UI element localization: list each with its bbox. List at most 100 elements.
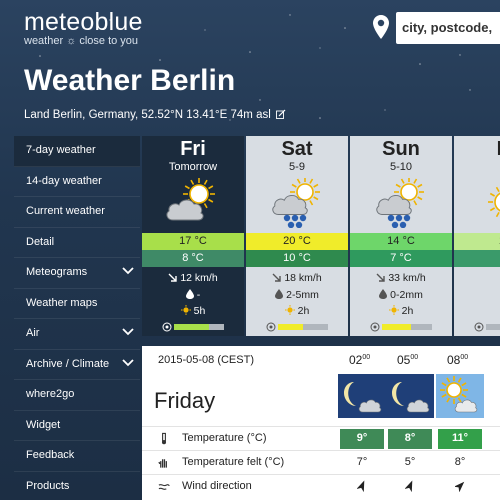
max-temperature: 14 °C	[350, 233, 452, 250]
hourly-cell: 8°	[454, 456, 466, 468]
logo[interactable]: meteoblue weather ☼ close to you	[24, 8, 143, 47]
day-forecast: Fri Tomorrow 17 °C 8 °C 12 km/h - 5h Sat 5-9 20 °…	[142, 136, 500, 336]
day-name: Sat	[281, 138, 313, 160]
sun-cloud-icon	[436, 374, 484, 418]
chevron-down-icon[interactable]	[122, 328, 134, 336]
sidebar-nav: 7-day weather 14-day weather Current weath…	[14, 136, 140, 500]
day-column[interactable]: Fri Tomorrow 17 °C 8 °C 12 km/h - 5h	[142, 136, 244, 336]
precipitation: 2-5mm	[246, 289, 348, 301]
min-temperature: 8 °C	[142, 250, 244, 267]
sidebar-item[interactable]: 14-day weather	[14, 167, 140, 197]
raindrop-icon	[379, 289, 388, 299]
sidebar-item[interactable]: Products	[14, 472, 140, 500]
sun-small-icon	[284, 305, 295, 315]
precipitation: -	[142, 289, 244, 301]
wind-icon	[158, 484, 170, 490]
partly-cloudy-sun-icon	[166, 178, 215, 221]
chevron-down-icon[interactable]	[122, 267, 134, 275]
sidebar-item[interactable]: Current weather	[14, 197, 140, 228]
wind-speed: 18 km/h	[246, 272, 348, 284]
sidebar-item[interactable]: Detail	[14, 228, 140, 258]
precipitation: 0-2mm	[350, 289, 452, 301]
row-label: Wind direction	[182, 480, 252, 492]
row-label: Temperature (°C)	[182, 432, 267, 444]
hourly-cell: 9°	[340, 429, 384, 449]
hourly-cell: 11°	[438, 429, 482, 449]
thermometer-icon	[161, 432, 167, 445]
predictability-bar	[382, 324, 432, 330]
chevron-down-icon[interactable]	[122, 358, 134, 367]
sidebar-item-label: Archive / Climate	[26, 357, 110, 370]
predictability-bar	[486, 324, 500, 330]
sidebar-item[interactable]: Widget	[14, 411, 140, 441]
predictability-target-icon	[474, 322, 484, 332]
hourly-date: 2015-05-08 (CEST)	[158, 354, 254, 366]
wind-arrow-icon	[376, 273, 386, 282]
location-pin-icon[interactable]	[372, 14, 390, 40]
hourly-row: Temperature (°C) 9° 8° 11°	[142, 426, 500, 450]
day-column[interactable]: Sat 5-9 20 °C 10 °C 18 km/h 2-5mm 2h	[246, 136, 348, 336]
day-subtitle: 5-9	[289, 161, 305, 173]
sidebar-item[interactable]: Air	[14, 319, 140, 350]
day-column[interactable]: M 184	[454, 136, 500, 336]
hour-label: 0200	[349, 353, 371, 367]
page-title: Weather Berlin	[24, 64, 236, 97]
day-name: Sun	[382, 138, 420, 160]
moon-cloud-icon	[338, 374, 386, 418]
brand-name: meteoblue	[24, 8, 143, 36]
sidebar-item[interactable]: Meteograms	[14, 258, 140, 289]
sun-cloud-rain-icon	[272, 178, 320, 228]
sidebar-item-label: Detail	[26, 235, 55, 248]
search-input[interactable]: city, postcode,	[396, 12, 500, 44]
max-temperature: 17 °C	[142, 233, 244, 250]
sidebar-item[interactable]: where2go	[14, 380, 140, 411]
predictability	[370, 322, 450, 332]
location-line: Land Berlin, Germany, 52.52°N 13.41°E 74…	[24, 109, 286, 121]
edit-icon[interactable]	[276, 109, 286, 119]
predictability-bar	[174, 324, 224, 330]
location-text: Land Berlin, Germany, 52.52°N 13.41°E 74…	[24, 109, 271, 121]
day-column[interactable]: Sun 5-10 14 °C 7 °C 33 km/h 0-2mm 2h	[350, 136, 452, 336]
hourly-forecast: 2015-05-08 (CEST) Friday 0200 0500 0800 Tem…	[142, 346, 500, 500]
sidebar-item-label: Current weather	[26, 205, 105, 217]
day-subtitle: Tomorrow	[168, 161, 218, 173]
wind-direction-arrow-icon	[357, 480, 365, 492]
hourly-day-label: Friday	[154, 388, 216, 413]
wind-arrow-icon	[272, 273, 282, 282]
predictability	[474, 322, 500, 332]
hand-icon	[158, 459, 167, 468]
hour-label: 0800	[447, 353, 469, 367]
wind-speed: 33 km/h	[350, 272, 452, 284]
max-temperature: 20 °C	[246, 233, 348, 250]
sun-small-icon	[180, 305, 191, 315]
hourly-row: Wind direction	[142, 474, 500, 498]
sidebar-item[interactable]: Archive / Climate	[14, 350, 140, 380]
predictability-target-icon	[266, 322, 276, 332]
hourly-cell: 5°	[404, 456, 416, 468]
predictability	[266, 322, 346, 332]
sidebar-item[interactable]: Feedback	[14, 441, 140, 472]
predictability	[162, 322, 242, 332]
min-temperature: 10 °C	[246, 250, 348, 267]
predictability-fill	[278, 324, 303, 330]
hourly-row: Temperature felt (°C) 7° 5° 8°	[142, 450, 500, 474]
predictability-target-icon	[162, 322, 172, 332]
moon-cloud-icon	[386, 374, 434, 418]
sunshine-hours: 2h	[246, 305, 348, 317]
sidebar-item-label: Products	[26, 479, 70, 492]
sun-icon	[488, 186, 500, 218]
predictability-fill	[174, 324, 209, 330]
max-temperature: 18	[454, 233, 500, 250]
sunshine-hours: 2h	[350, 305, 452, 317]
sunshine-hours: 5h	[142, 305, 244, 317]
min-temperature: 7 °C	[350, 250, 452, 267]
sidebar-item-label: Widget	[26, 418, 61, 431]
predictability-fill	[382, 324, 411, 330]
sidebar-item-label: 14-day weather	[26, 174, 102, 187]
hourly-cell: 8°	[388, 429, 432, 449]
sidebar-item-label: Meteograms	[26, 266, 88, 278]
sidebar-item[interactable]: 7-day weather	[14, 136, 140, 167]
sidebar-item[interactable]: Weather maps	[14, 289, 140, 319]
sun-cloud-rain-icon	[376, 178, 424, 228]
wind-direction-arrow-icon	[405, 480, 413, 492]
